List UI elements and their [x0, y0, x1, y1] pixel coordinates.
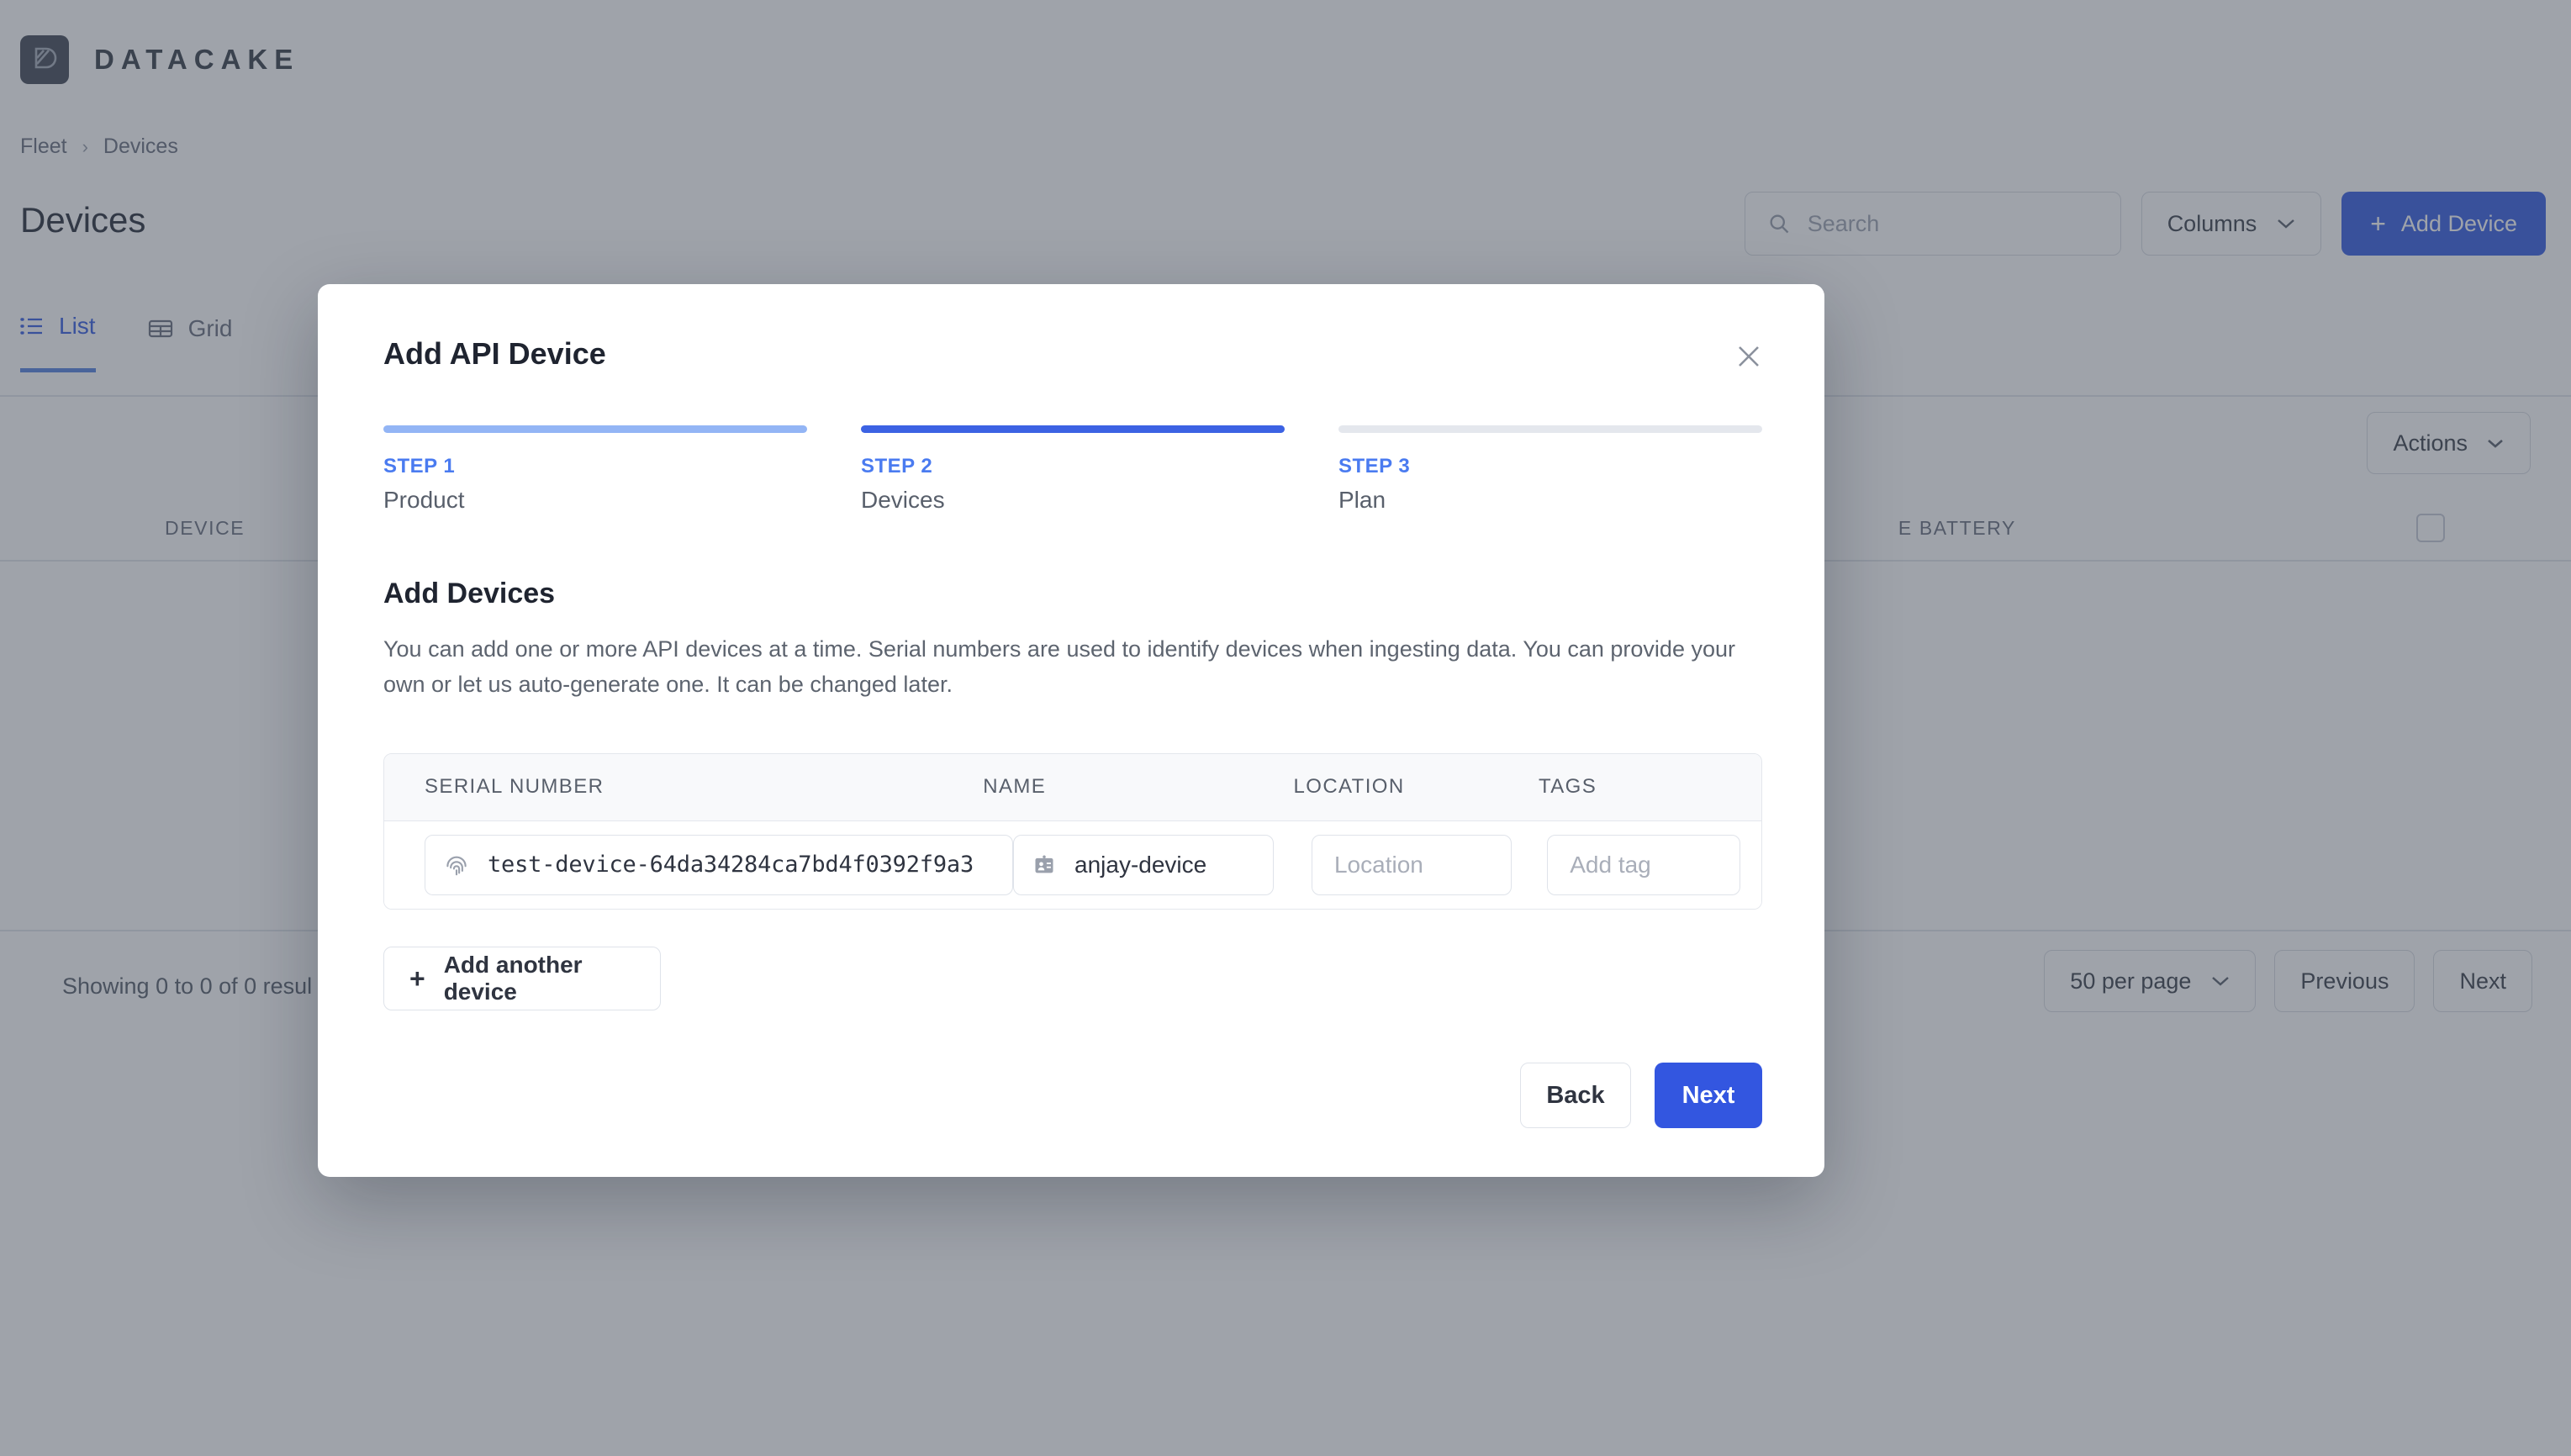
add-tag-input[interactable]: Add tag [1547, 834, 1741, 895]
step-2-label: Devices [861, 487, 945, 513]
wizard-stepper: STEP 1 Product STEP 2 Devices STEP 3 Pla… [383, 425, 1762, 514]
step-3-number: STEP 3 [1338, 455, 1411, 477]
section-description: You can add one or more API devices at a… [383, 636, 1735, 697]
add-api-device-modal: Add API Device STEP 1 Product STEP 2 Dev… [318, 284, 1824, 1177]
tags-cell: Add tag [1547, 834, 1761, 895]
serial-number-input[interactable]: test-device-64da34284ca7bd4f0392f9a3 [425, 834, 1013, 895]
column-header-serial-number: SERIAL NUMBER [425, 775, 604, 799]
location-input[interactable]: Location [1311, 834, 1512, 895]
serial-number-value: test-device-64da34284ca7bd4f0392f9a3 [488, 852, 974, 878]
step-1-label: Product [383, 487, 465, 513]
section-title: Add Devices [383, 578, 556, 609]
name-cell: anjay-device [1013, 834, 1312, 895]
back-label: Back [1546, 1081, 1605, 1109]
devices-input-table: SERIAL NUMBER NAME LOCATION TAGS test-de… [383, 752, 1762, 910]
add-another-device-button[interactable]: + Add another device [383, 946, 661, 1010]
step-2-progress-bar [861, 425, 1285, 433]
modal-footer: Back Next [1520, 1063, 1762, 1128]
modal-title: Add API Device [383, 336, 606, 371]
column-header-location: LOCATION [1293, 775, 1405, 799]
id-badge-icon [1032, 853, 1056, 877]
fingerprint-icon [444, 852, 469, 878]
next-button[interactable]: Next [1655, 1063, 1762, 1128]
serial-number-cell: test-device-64da34284ca7bd4f0392f9a3 [384, 834, 1013, 895]
step-3-progress-bar [1338, 425, 1762, 433]
close-button[interactable] [1725, 333, 1772, 380]
location-cell: Location [1311, 834, 1547, 895]
next-label: Next [1681, 1081, 1735, 1109]
step-1-number: STEP 1 [383, 455, 456, 477]
step-1-progress-bar [383, 425, 807, 433]
add-another-device-label: Add another device [443, 951, 583, 1005]
device-name-value: anjay-device [1074, 851, 1207, 878]
app-root: DATACAKE Fleet › Devices Devices Search … [0, 0, 2571, 1456]
plus-icon: + [409, 963, 425, 994]
back-button[interactable]: Back [1520, 1063, 1631, 1128]
step-2-number: STEP 2 [861, 455, 933, 477]
wizard-step-1[interactable]: STEP 1 Product [383, 425, 807, 514]
device-name-input[interactable]: anjay-device [1013, 834, 1274, 895]
devices-input-table-header: SERIAL NUMBER NAME LOCATION TAGS [384, 753, 1761, 821]
step-3-label: Plan [1338, 487, 1386, 513]
column-header-tags: TAGS [1539, 775, 1597, 799]
close-icon [1733, 340, 1765, 372]
column-header-name: NAME [983, 775, 1047, 799]
wizard-step-3[interactable]: STEP 3 Plan [1338, 425, 1762, 514]
location-placeholder: Location [1333, 851, 1423, 878]
wizard-step-2[interactable]: STEP 2 Devices [861, 425, 1285, 514]
add-tag-placeholder: Add tag [1570, 851, 1651, 878]
table-row: test-device-64da34284ca7bd4f0392f9a3 anj… [384, 820, 1761, 909]
